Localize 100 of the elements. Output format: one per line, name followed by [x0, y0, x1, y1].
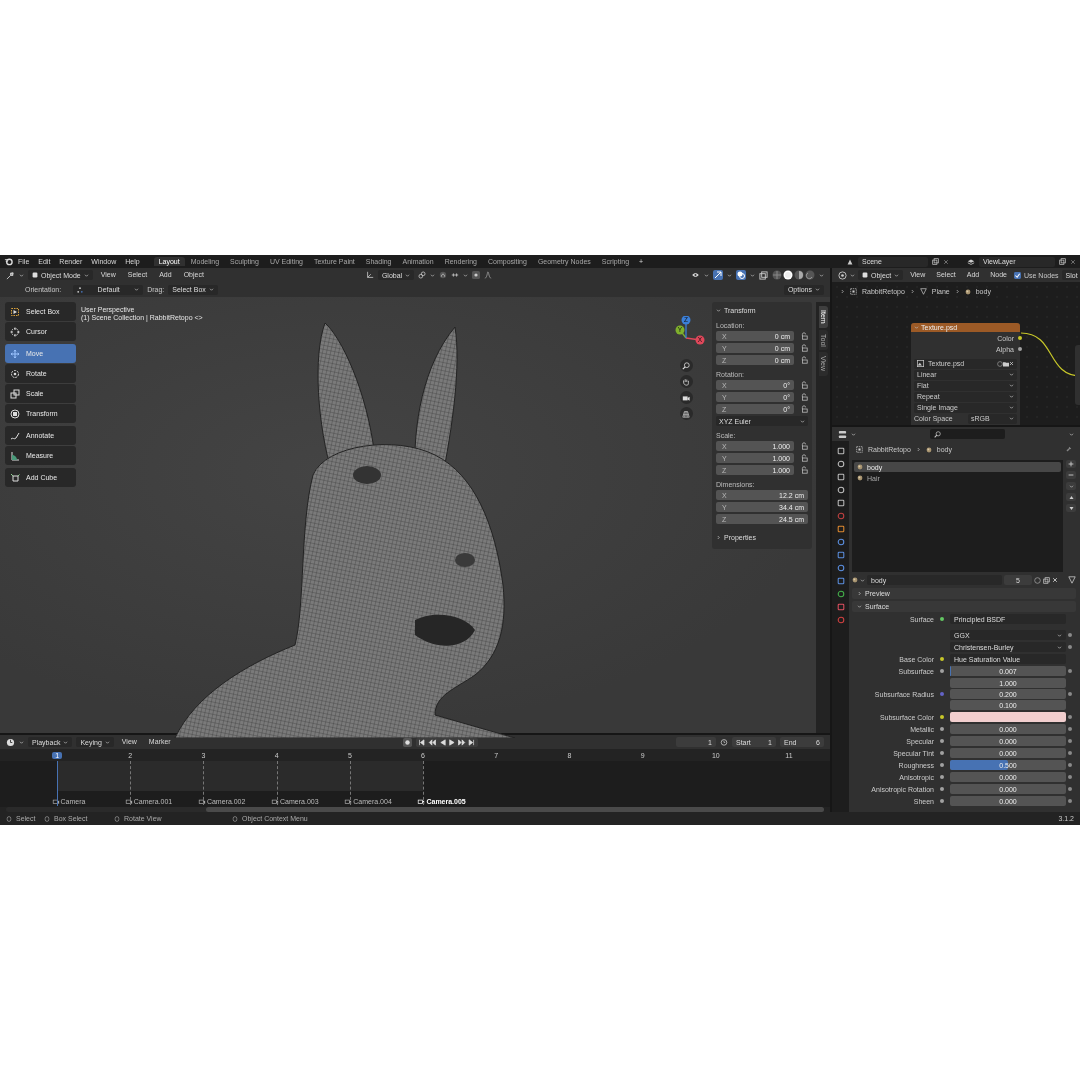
remove-slot-button[interactable] [1066, 471, 1076, 479]
node-editor-icon [838, 270, 847, 280]
visibility-icon [691, 271, 700, 279]
hand-icon [682, 377, 690, 386]
mouse-icon [6, 814, 12, 823]
tool-icon [10, 472, 20, 483]
chevron-icon [909, 289, 915, 294]
cube-icon [32, 272, 38, 278]
search-field[interactable] [930, 429, 1005, 439]
lock-icon [800, 356, 808, 364]
keyframe-dot [1068, 645, 1072, 649]
keyframe-dot [1068, 751, 1072, 755]
shading-mode-icon[interactable] [794, 270, 804, 280]
caret-icon [134, 287, 140, 292]
app-logo-icon [4, 257, 13, 266]
pivot-icon [77, 286, 84, 293]
add-slot-button[interactable] [1066, 460, 1076, 468]
caret-icon [704, 272, 709, 278]
camera-marker-icon[interactable] [51, 798, 60, 805]
tool-icon [10, 368, 20, 379]
chevron-icon [840, 289, 845, 294]
color-swatch[interactable] [950, 712, 1066, 722]
plus-icon [1068, 461, 1074, 467]
caret-icon [850, 272, 855, 278]
caret-icon [851, 431, 856, 437]
keyframe-dot [1068, 692, 1072, 696]
camera-marker-icon[interactable] [344, 798, 353, 805]
triangle-up-icon [1068, 494, 1074, 500]
material-icon [925, 446, 932, 453]
keyframe-dot [1068, 763, 1072, 767]
falloff-curve-icon [484, 271, 493, 279]
caret-icon [819, 272, 824, 278]
caret-icon [727, 272, 732, 278]
search-icon [934, 430, 941, 438]
caret-icon [208, 287, 214, 292]
xray-icon [759, 270, 768, 280]
caret-icon [83, 272, 89, 278]
node-card [1075, 345, 1080, 405]
camera-marker-icon[interactable] [271, 798, 280, 805]
close-icon [1052, 577, 1058, 583]
folder-icon [1003, 360, 1009, 367]
keyframe-dot [1068, 787, 1072, 791]
camera-icon [682, 393, 690, 402]
keyframe-dot [1068, 799, 1072, 803]
lock-icon [800, 393, 808, 401]
lock-icon [800, 381, 808, 389]
lock-icon [800, 332, 808, 340]
gizmo-toggle-icon[interactable] [713, 270, 723, 280]
keyframe-dot [1068, 727, 1072, 731]
camera-view-button[interactable] [679, 391, 693, 404]
camera-marker-icon[interactable] [124, 798, 133, 805]
editor-type-icon [6, 270, 15, 280]
record-icon [402, 737, 412, 747]
caret-icon [914, 325, 919, 330]
chevron-icon [915, 447, 921, 452]
object-icon [856, 446, 863, 453]
editor-type-icon [838, 429, 847, 439]
cube-icon [862, 272, 868, 278]
caret-icon [104, 739, 110, 745]
caret-icon [430, 272, 436, 278]
caret-icon [857, 604, 862, 609]
pin-icon [1065, 446, 1072, 453]
shading-mode-icon[interactable] [783, 270, 793, 280]
zoom-icon [682, 361, 690, 370]
keyframe-dot [1068, 715, 1072, 719]
mouse-icon [44, 814, 50, 823]
lock-icon [800, 405, 808, 413]
close-icon [1009, 361, 1014, 367]
caret-icon [800, 418, 805, 424]
material-icon [964, 288, 971, 295]
tool-icon [10, 348, 20, 359]
caret-icon [19, 739, 24, 745]
pan-button[interactable] [679, 375, 693, 388]
snap-target-icon [451, 271, 460, 279]
zoom-button[interactable] [679, 359, 693, 372]
projection-button[interactable] [679, 407, 693, 420]
checkbox-icon[interactable] [1013, 271, 1021, 279]
mouse-icon [232, 814, 238, 823]
tool-icon [10, 326, 20, 337]
camera-marker-icon[interactable] [197, 798, 206, 805]
layers-icon [967, 257, 975, 266]
tool-icon [10, 430, 20, 441]
tool-icon [10, 306, 20, 317]
filter-icon [1068, 576, 1076, 584]
keyframe-dot [1068, 775, 1072, 779]
caret-icon [716, 308, 721, 313]
proportional-edit-icon [472, 271, 481, 279]
keyframe-dot [1068, 633, 1072, 637]
chevron-icon [716, 535, 721, 540]
tool-icon [10, 450, 20, 461]
axes-icon [365, 271, 374, 279]
move-down-button[interactable] [1066, 504, 1076, 512]
lock-icon [800, 344, 808, 352]
move-up-button[interactable] [1066, 493, 1076, 501]
caret-icon [463, 272, 469, 278]
caret-icon [63, 739, 69, 745]
overlay-toggle-icon[interactable] [736, 270, 746, 280]
camera-marker-icon[interactable] [417, 798, 426, 805]
link-icon [418, 271, 427, 279]
lock-icon [800, 442, 808, 450]
